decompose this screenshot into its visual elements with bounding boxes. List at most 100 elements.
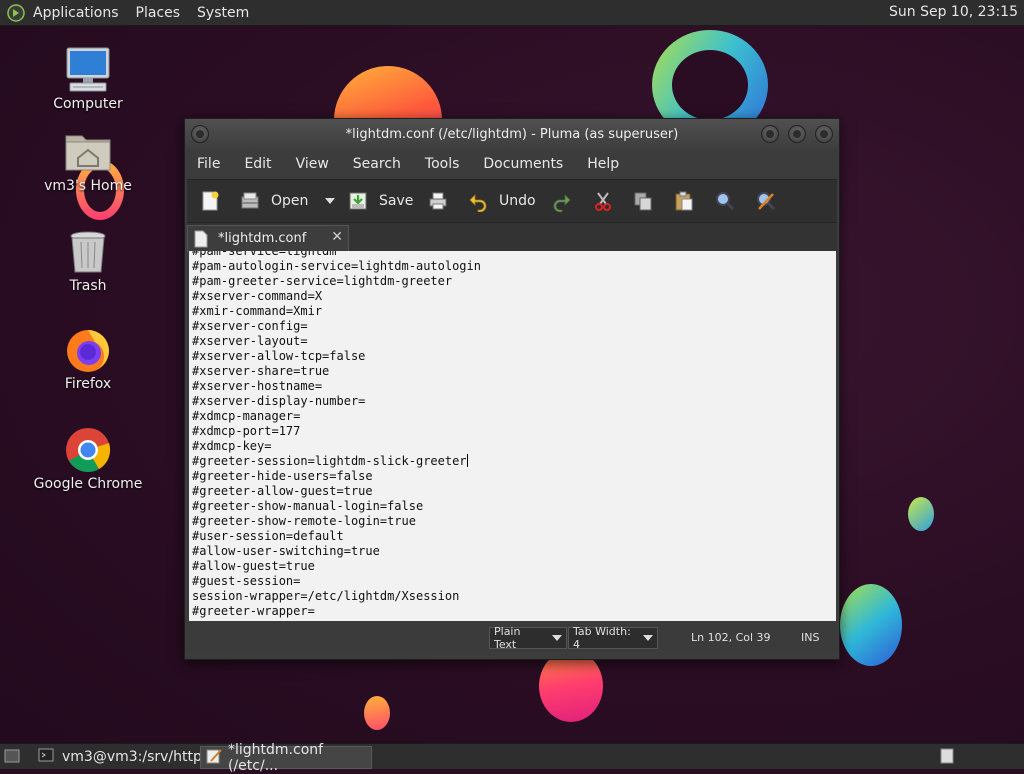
tab-lightdm-conf[interactable]: *lightdm.conf ✕ [187,225,349,252]
editor-content: #pam-service=lightdm #pam-autologin-servi… [192,251,481,619]
replace-button[interactable] [755,189,777,213]
paste-button[interactable] [673,189,695,213]
code-line: #greeter-show-remote-login=true [192,514,416,528]
code-line: #xserver-config= [192,319,308,333]
desktop-icon-chrome[interactable]: Google Chrome [28,426,148,492]
insert-mode: INS [801,630,820,644]
desktop-icon-label: Trash [69,278,107,294]
new-button[interactable] [199,189,221,213]
menu-search[interactable]: Search [341,156,413,172]
desktop-icon-label: vm3's Home [44,178,132,194]
menu-tools[interactable]: Tools [413,156,472,172]
menu-help[interactable]: Help [575,156,631,172]
terminal-icon [38,748,54,766]
desktop-icon-label: Google Chrome [33,476,143,492]
tab-width-selector[interactable]: Tab Width: 4 [568,625,658,651]
menubar: File Edit View Search Tools Documents He… [185,151,839,177]
code-line: #user-session=default [192,529,344,543]
firefox-icon [64,326,112,374]
code-line: #xserver-layout= [192,334,308,348]
cut-button[interactable] [592,189,614,213]
task-label: *lightdm.conf (/etc/... [228,741,324,774]
bottom-panel: vm3@vm3:/srv/http *lightdm.conf (/etc/..… [0,742,1024,774]
scissors-icon [592,190,614,212]
chrome-icon [64,426,112,474]
menu-applications[interactable]: Applications [33,5,119,21]
show-desktop-icon[interactable] [4,749,20,767]
text-editor[interactable]: #pam-service=lightdm #pam-autologin-servi… [189,251,836,621]
code-line: #greeter-session=lightdm-slick-greeter [192,454,468,468]
toolbar: Open Save Undo [187,179,837,223]
close-button[interactable] [815,125,833,143]
chevron-down-icon [325,198,335,204]
find-button[interactable] [714,189,736,213]
task-pluma[interactable]: *lightdm.conf (/etc/... [200,742,372,774]
chevron-down-icon [643,635,653,641]
tab-bar: *lightdm.conf ✕ [187,223,837,252]
language-selector[interactable]: Plain Text [489,625,567,651]
maximize-button[interactable] [788,125,806,143]
pluma-window: *lightdm.conf (/etc/lightdm) - Pluma (as… [184,118,840,660]
code-line: #pam-greeter-service=lightdm-greeter [192,274,453,288]
window-titlebar[interactable]: *lightdm.conf (/etc/lightdm) - Pluma (as… [185,119,839,149]
document-icon [194,230,208,252]
save-button[interactable]: Save [347,189,413,213]
desktop-icon-home[interactable]: vm3's Home [28,128,148,194]
code-line: #allow-guest=true [192,559,315,573]
menu-view[interactable]: View [284,156,341,172]
code-line: #pam-service=lightdm [192,251,337,258]
task-terminal[interactable]: vm3@vm3:/srv/http [34,746,202,767]
save-label: Save [379,193,414,209]
clock[interactable]: Sun Sep 10, 23:15 [889,4,1018,20]
desktop-icon-computer[interactable]: Computer [28,46,148,112]
cursor-position: Ln 102, Col 39 [691,630,771,644]
desktop-icon-firefox[interactable]: Firefox [28,326,148,392]
code-line: #allow-user-switching=true [192,544,380,558]
top-panel: Applications Places System Sun Sep 10, 2… [0,0,1024,26]
code-line: #xserver-command=X [192,289,323,303]
minimize-button[interactable] [761,125,779,143]
undo-label: Undo [499,193,536,209]
wallpaper-tiny-oval [364,696,390,730]
wallpaper-pink-oval [539,650,603,722]
copy-button[interactable] [632,189,654,213]
open-icon [239,190,261,212]
close-icon[interactable]: ✕ [331,229,343,245]
print-button[interactable] [427,189,449,213]
code-line: #xdmcp-key= [192,439,272,453]
code-line: #xserver-share=true [192,364,330,378]
open-dropdown-button[interactable] [319,189,335,213]
tab-label: *lightdm.conf [218,231,307,246]
code-line: #greeter-show-manual-login=false [192,499,424,513]
find-replace-icon [755,190,777,212]
copy-icon [632,190,654,212]
undo-icon [467,190,489,213]
computer-icon [64,46,112,94]
paste-icon [673,190,695,212]
menu-file[interactable]: File [185,156,232,172]
menu-places[interactable]: Places [136,5,181,21]
undo-button[interactable]: Undo [467,189,536,213]
open-button[interactable]: Open [239,189,308,213]
desktop-icon-trash[interactable]: Trash [28,228,148,294]
language-label: Plain Text [494,625,521,651]
home-folder-icon [64,128,112,176]
menu-system[interactable]: System [197,5,249,21]
window-title: *lightdm.conf (/etc/lightdm) - Pluma (as… [345,127,679,142]
menu-edit[interactable]: Edit [232,156,283,172]
wallpaper-small-oval [908,497,934,531]
menu-documents[interactable]: Documents [471,156,575,172]
code-line: #xmir-command=Xmir [192,304,323,318]
code-line: #greeter-allow-guest=true [192,484,373,498]
search-icon [714,190,736,212]
save-icon [347,190,369,212]
code-line: #xdmcp-port=177 [192,424,301,438]
desktop-icon-label: Firefox [64,376,112,392]
status-bar: Plain Text Tab Width: 4 Ln 102, Col 39 I… [187,622,837,652]
redo-button[interactable] [551,189,573,213]
mate-logo-icon[interactable] [7,3,25,22]
new-document-icon [199,190,221,212]
redo-icon [551,190,573,213]
workspace-switcher-icon[interactable] [940,748,954,768]
code-line: session-wrapper=/etc/lightdm/Xsession [192,589,460,603]
